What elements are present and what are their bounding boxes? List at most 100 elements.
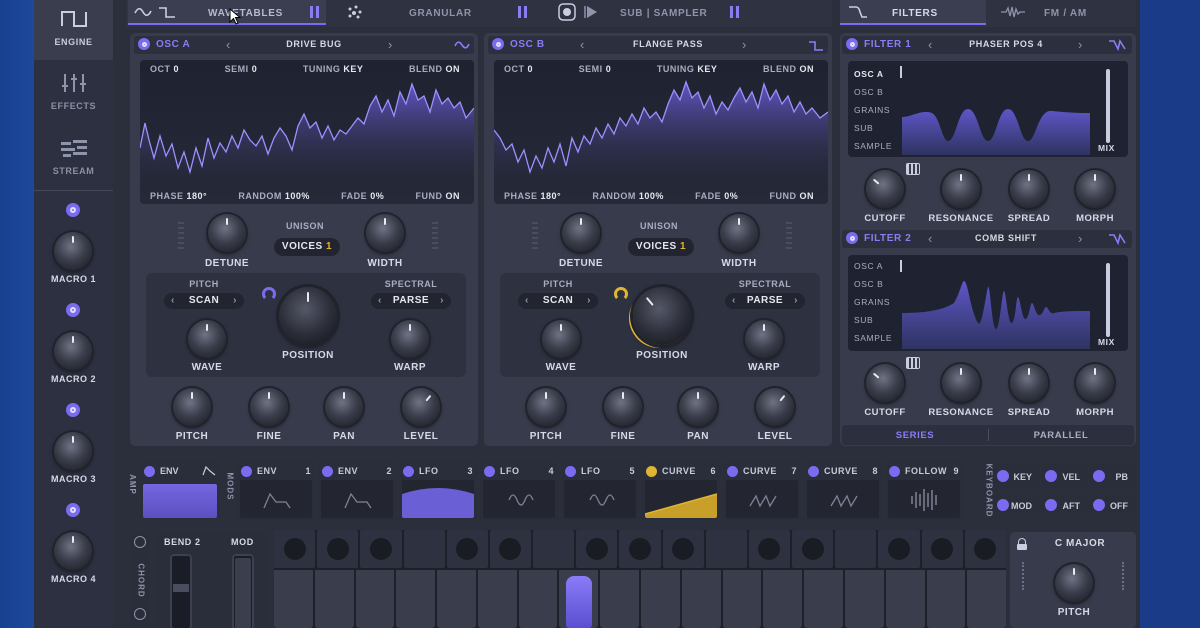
piano-key[interactable]	[403, 530, 445, 568]
detune-knob[interactable]	[562, 214, 600, 252]
fade-param[interactable]: FADE 0%	[341, 191, 384, 203]
chord-up-icon[interactable]	[134, 536, 146, 548]
source-osc-b[interactable]: OSC B	[854, 275, 904, 293]
osc-a-preset-name[interactable]: DRIVE BUG	[244, 39, 384, 49]
pitch-bend-wheel[interactable]	[170, 554, 192, 628]
filter-2-power-button[interactable]	[846, 232, 858, 244]
power-button[interactable]	[1093, 499, 1105, 511]
piano-key[interactable]	[662, 530, 704, 568]
power-button[interactable]	[889, 465, 900, 477]
piano-key[interactable]	[317, 530, 359, 568]
scale-pitch-knob[interactable]	[1055, 564, 1093, 602]
piano-key[interactable]	[804, 570, 843, 628]
mod-slot-env-1[interactable]: ENV 1	[237, 461, 315, 521]
keyboard-mod-vel[interactable]: VEL	[1041, 464, 1087, 489]
piano-key[interactable]	[722, 570, 762, 628]
drag-handle[interactable]	[432, 222, 438, 252]
routing-parallel-button[interactable]: PARALLEL	[988, 430, 1134, 441]
filter-2-spread-knob[interactable]	[1010, 364, 1048, 402]
active-key-indicator[interactable]	[566, 576, 592, 628]
filter-2-cutoff-knob[interactable]	[866, 364, 904, 402]
next-preset-button[interactable]: ›	[742, 37, 746, 52]
tab-wavetables[interactable]: WAVETABLES	[128, 0, 326, 25]
osc-a-wave-display[interactable]: OCT 0 SEMI 0 TUNING KEY BLEND ON PHASE 1…	[140, 60, 474, 204]
piano-key[interactable]	[576, 530, 618, 568]
mod-slot-lfo-3[interactable]: LFO 3	[399, 461, 477, 521]
macro-3-link-button[interactable]	[66, 403, 80, 417]
next-preset-button[interactable]: ›	[388, 37, 392, 52]
warp-knob[interactable]	[745, 320, 783, 358]
filter-2-resonance-knob[interactable]	[942, 364, 980, 402]
keyboard-mod-aft[interactable]: AFT	[1041, 493, 1087, 518]
fade-param[interactable]: FADE 0%	[695, 191, 738, 203]
oct-param[interactable]: OCT 0	[150, 64, 179, 76]
scale-name[interactable]: C MAJOR	[1030, 538, 1130, 549]
piano-key[interactable]	[619, 530, 661, 568]
piano-key[interactable]	[748, 530, 791, 568]
piano-key[interactable]	[600, 570, 640, 628]
amp-env-slot[interactable]: ENV	[140, 461, 220, 521]
source-sub[interactable]: SUB	[854, 119, 904, 137]
macro-2-link-button[interactable]	[66, 303, 80, 317]
keyboard-mod-off[interactable]: OFF	[1089, 493, 1135, 518]
random-param[interactable]: RANDOM 100%	[238, 191, 310, 203]
piano-key[interactable]	[878, 530, 920, 568]
power-button[interactable]	[565, 465, 576, 477]
piano-key[interactable]	[763, 570, 803, 628]
power-button[interactable]	[646, 465, 657, 477]
piano-key[interactable]	[274, 530, 316, 568]
tab-granular[interactable]: GRANULAR	[334, 0, 534, 25]
piano-key[interactable]	[792, 530, 834, 568]
pitch-knob[interactable]	[527, 388, 565, 426]
macro-1-link-button[interactable]	[66, 203, 80, 217]
piano-key[interactable]	[437, 570, 476, 628]
wave-knob[interactable]	[542, 320, 580, 358]
piano-key[interactable]	[705, 530, 747, 568]
piano-key[interactable]	[964, 530, 1006, 568]
keyboard-mod-pb[interactable]: PB	[1089, 464, 1135, 489]
source-sample[interactable]: SAMPLE	[854, 137, 904, 155]
filter-type-icon[interactable]	[1108, 38, 1126, 52]
source-sub[interactable]: SUB	[854, 311, 904, 329]
fund-param[interactable]: FUND ON	[415, 191, 460, 203]
mod-wheel[interactable]	[232, 554, 254, 628]
semi-param[interactable]: SEMI 0	[225, 64, 258, 76]
mod-slot-curve-8[interactable]: CURVE 8	[804, 461, 882, 521]
level-knob[interactable]	[402, 388, 440, 426]
piano-key[interactable]	[314, 570, 354, 628]
sidebar-item-stream[interactable]: STREAM	[34, 126, 113, 186]
piano-key[interactable]	[446, 530, 488, 568]
tab-fm-am[interactable]: FM / AM	[988, 0, 1134, 25]
sine-wave-icon[interactable]	[454, 38, 470, 52]
mix-slider[interactable]	[1106, 263, 1110, 337]
position-knob[interactable]	[633, 287, 691, 345]
osc-b-wave-display[interactable]: OCT 0 SEMI 0 TUNING KEY BLEND ON PHASE 1…	[494, 60, 828, 204]
semi-param[interactable]: SEMI 0	[579, 64, 612, 76]
power-button[interactable]	[484, 465, 495, 477]
phase-param[interactable]: PHASE 180°	[504, 191, 561, 203]
fine-knob[interactable]	[250, 388, 288, 426]
width-knob[interactable]	[366, 214, 404, 252]
piano-key[interactable]	[844, 570, 884, 628]
pause-icon[interactable]	[518, 6, 527, 18]
scale-slider-left[interactable]	[1022, 562, 1028, 590]
power-button[interactable]	[1093, 470, 1105, 482]
piano-key[interactable]	[533, 530, 575, 568]
tuning-param[interactable]: TUNING KEY	[303, 64, 364, 76]
pause-icon[interactable]	[310, 6, 319, 18]
tab-filters[interactable]: FILTERS	[840, 0, 986, 25]
power-button[interactable]	[808, 465, 819, 477]
source-sample[interactable]: SAMPLE	[854, 329, 904, 347]
voices-selector[interactable]: VOICES 1	[628, 238, 694, 256]
macro-4-knob[interactable]	[54, 532, 92, 570]
piano-key[interactable]	[477, 570, 517, 628]
next-preset-button[interactable]: ›	[1078, 37, 1082, 52]
piano-key[interactable]	[641, 570, 680, 628]
macro-2-knob[interactable]	[54, 332, 92, 370]
filter-1-morph-knob[interactable]	[1076, 170, 1114, 208]
osc-b-preset-name[interactable]: FLANGE PASS	[598, 39, 738, 49]
scale-slider-right[interactable]	[1122, 562, 1128, 590]
prev-preset-button[interactable]: ‹	[928, 37, 932, 52]
oct-param[interactable]: OCT 0	[504, 64, 533, 76]
power-button[interactable]	[1045, 499, 1057, 511]
